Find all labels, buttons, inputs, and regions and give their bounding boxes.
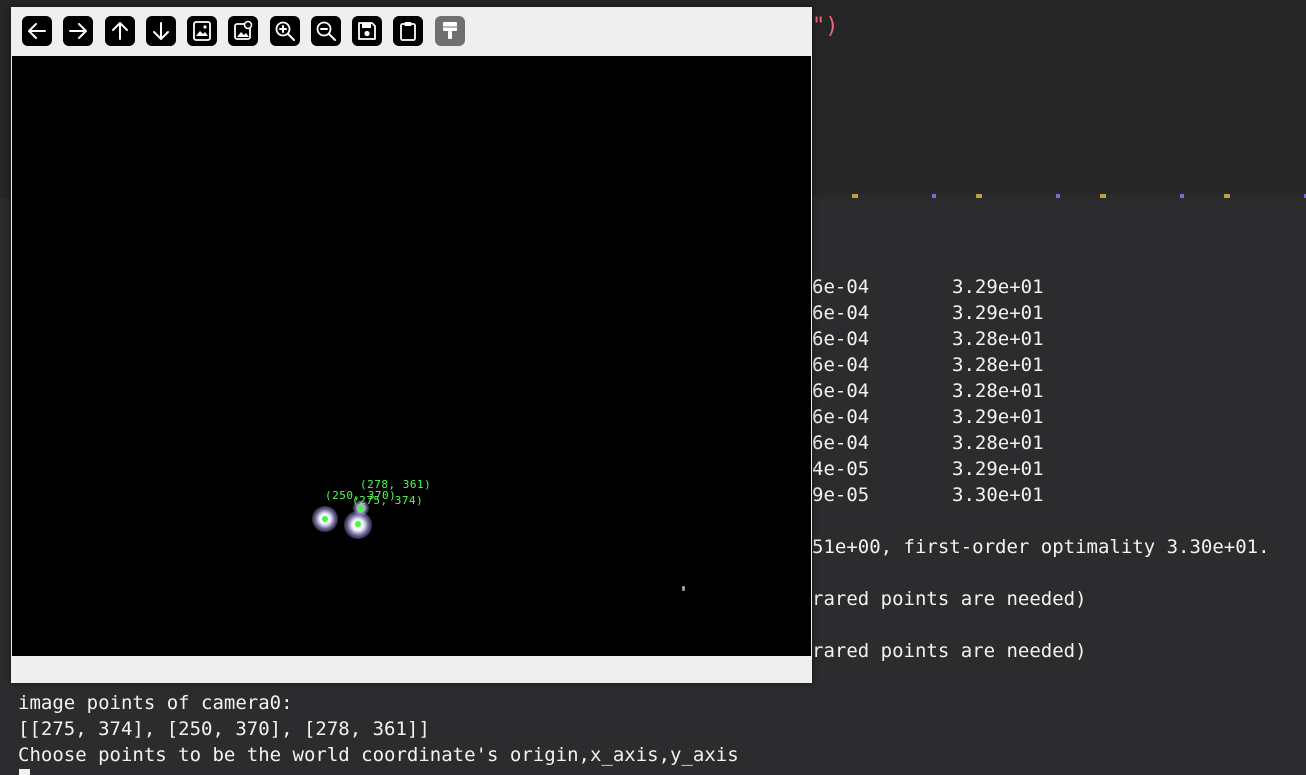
image-canvas[interactable]: (278, 361) (250, 370) (275, 374) — [12, 56, 811, 656]
back-arrow-icon — [28, 23, 46, 39]
terminal-row: 6e-04 3.28e+01 — [812, 328, 1044, 350]
terminal-row: 9e-05 3.30e+01 — [812, 484, 1044, 506]
detected-point-marker — [322, 516, 328, 522]
terminal-row: 6e-04 3.29e+01 — [812, 276, 1044, 298]
terminal-row: 6e-04 3.29e+01 — [812, 406, 1044, 428]
zoom-original-button[interactable] — [187, 16, 217, 46]
terminal-row: 6e-04 3.28e+01 — [812, 380, 1044, 402]
point-annotation-label: (275, 374) — [352, 494, 424, 507]
terminal-row: 4e-05 3.29e+01 — [812, 458, 1044, 480]
zoom-in-button[interactable] — [270, 16, 300, 46]
terminal-cursor — [19, 769, 30, 775]
pan-left-button[interactable] — [22, 16, 52, 46]
terminal-summary-line: 51e+00, first-order optimality 3.30e+01. — [812, 536, 1270, 558]
image-icon — [193, 21, 211, 41]
zoom-out-button[interactable] — [311, 16, 341, 46]
image-properties-button[interactable] — [228, 16, 258, 46]
save-icon — [358, 22, 376, 40]
terminal-output-line: image points of camera0: — [18, 692, 293, 714]
pan-down-button[interactable] — [146, 16, 176, 46]
up-arrow-icon — [112, 22, 128, 40]
image-properties-icon — [234, 20, 253, 40]
pan-right-button[interactable] — [63, 16, 93, 46]
terminal-warning-line: rared points are needed) — [812, 588, 1087, 610]
paint-brush-icon — [443, 22, 457, 39]
detected-point-marker — [355, 521, 361, 527]
viewer-statusbar — [11, 656, 812, 683]
editor-code-fragment: ") — [812, 14, 839, 39]
properties-panel-button[interactable] — [435, 16, 465, 46]
image-viewer-window[interactable]: (278, 361) (250, 370) (275, 374) — [11, 7, 812, 683]
zoom-out-icon — [316, 21, 336, 41]
zoom-in-icon — [275, 21, 295, 41]
terminal-prompt-line: Choose points to be the world coordinate… — [18, 744, 739, 766]
copy-to-clipboard-button[interactable] — [393, 16, 423, 46]
terminal-row: 6e-04 3.29e+01 — [812, 302, 1044, 324]
noise-speck — [682, 586, 685, 591]
clipboard-icon — [400, 22, 416, 41]
terminal-row: 6e-04 3.28e+01 — [812, 354, 1044, 376]
forward-arrow-icon — [69, 23, 87, 39]
viewer-toolbar — [11, 7, 812, 55]
down-arrow-icon — [153, 22, 169, 40]
pan-up-button[interactable] — [105, 16, 135, 46]
terminal-warning-line: rared points are needed) — [812, 640, 1087, 662]
terminal-row: 6e-04 3.28e+01 — [812, 432, 1044, 454]
terminal-output-line: [[275, 374], [250, 370], [278, 361]] — [18, 718, 430, 740]
save-image-button[interactable] — [352, 16, 382, 46]
